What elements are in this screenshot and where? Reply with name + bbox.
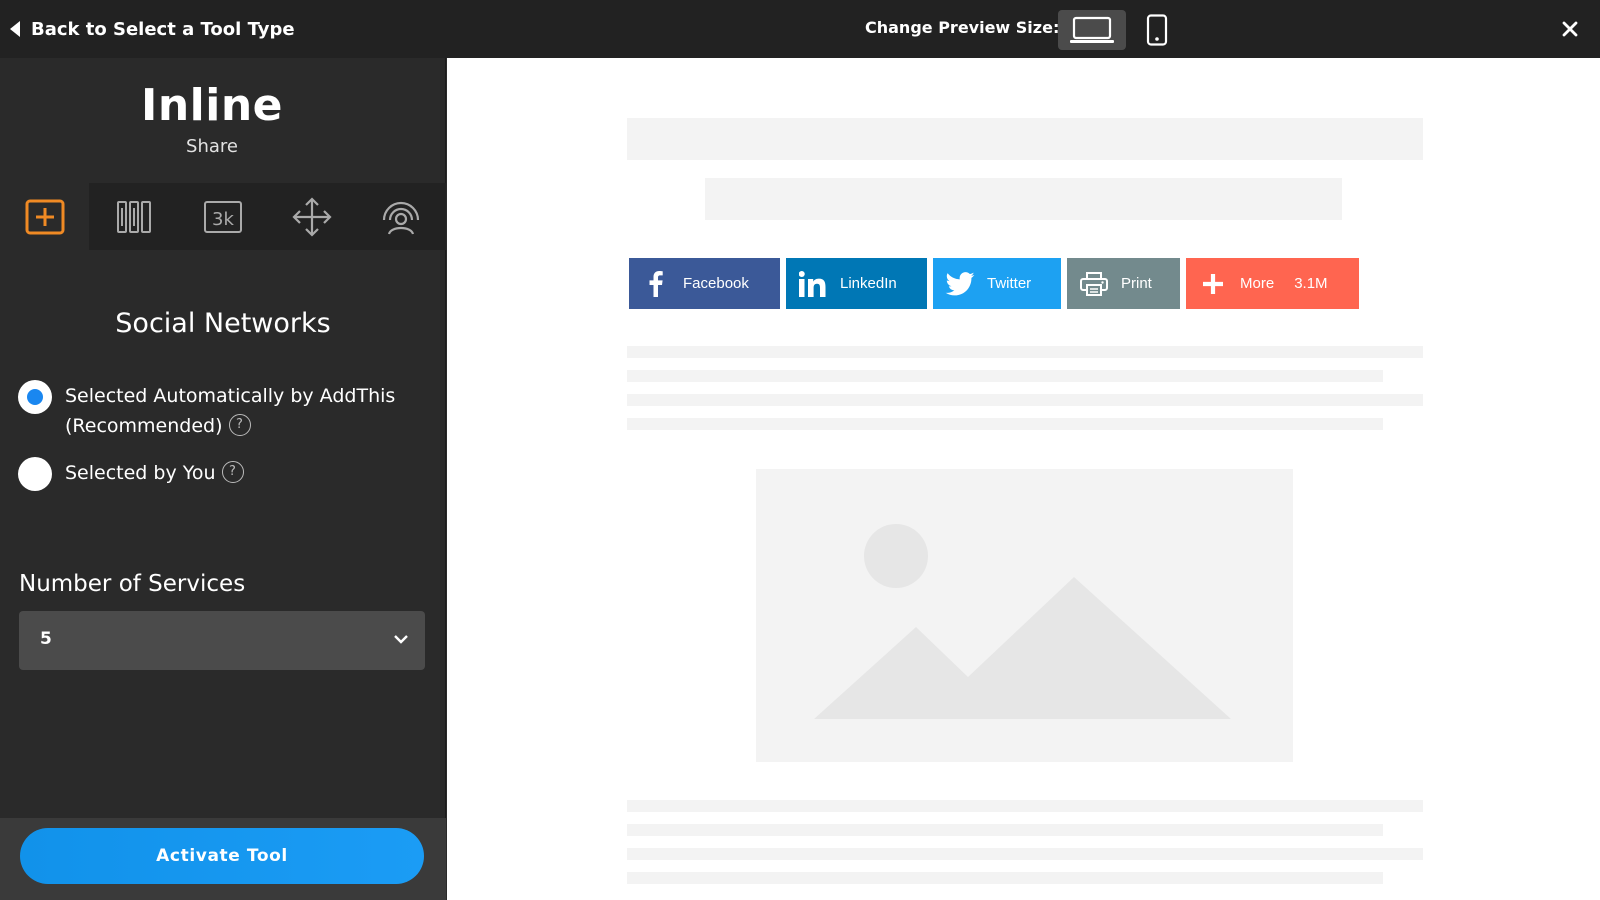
mobile-preview-button[interactable] — [1139, 10, 1175, 50]
radio-manual-input[interactable] — [18, 457, 52, 491]
preview-size-label: Change Preview Size: — [865, 18, 1060, 37]
tab-counts[interactable]: 3k — [178, 183, 267, 250]
back-to-tool-type-link[interactable]: Back to Select a Tool Type — [10, 17, 295, 41]
close-icon — [1562, 21, 1578, 37]
radio-selected-dot — [27, 389, 43, 405]
tab-position[interactable] — [267, 183, 356, 250]
share-count: 3.1M — [1294, 275, 1328, 292]
facebook-icon — [629, 270, 683, 297]
printer-icon — [1067, 271, 1121, 296]
placeholder-text-line — [627, 848, 1423, 860]
more-share-button[interactable]: More 3.1M — [1186, 258, 1359, 309]
placeholder-text-line — [627, 824, 1383, 836]
activate-tool-button[interactable]: Activate Tool — [20, 828, 424, 884]
placeholder-heading — [627, 118, 1423, 160]
placeholder-image — [756, 469, 1293, 762]
help-icon[interactable]: ? — [221, 460, 244, 483]
number-of-services-select[interactable]: 5 — [19, 611, 425, 670]
number-of-services-label: Number of Services — [19, 571, 246, 597]
services-selected-value: 5 — [40, 629, 52, 649]
settings-sidebar: Inline Share 3k Social Networks Selected… — [0, 58, 446, 900]
image-placeholder-icon — [814, 524, 1231, 719]
laptop-icon — [1070, 16, 1114, 43]
tab-services[interactable] — [0, 183, 89, 250]
radio-option-manual[interactable]: Selected by You? — [18, 457, 244, 491]
facebook-share-button[interactable]: Facebook — [629, 258, 780, 309]
placeholder-text-line — [627, 370, 1383, 382]
counter-3k-icon: 3k — [203, 200, 242, 233]
back-link-label: Back to Select a Tool Type — [31, 18, 295, 40]
top-bar: Back to Select a Tool Type Change Previe… — [0, 0, 1600, 58]
back-arrow-icon — [10, 21, 20, 37]
placeholder-text-line — [627, 418, 1383, 430]
placeholder-subheading — [705, 178, 1342, 220]
plus-icon — [1186, 273, 1240, 295]
more-label: More — [1240, 275, 1275, 292]
preview-pane: Facebook LinkedIn Twitter Print More 3.1… — [447, 58, 1600, 900]
radio-automatic-input[interactable] — [18, 380, 52, 414]
linkedin-share-button[interactable]: LinkedIn — [786, 258, 927, 309]
tool-subtitle: Share — [186, 136, 238, 157]
desktop-preview-button[interactable] — [1058, 10, 1126, 50]
tool-title: Inline — [140, 80, 284, 131]
twitter-share-button[interactable]: Twitter — [933, 258, 1061, 309]
print-label: Print — [1121, 275, 1152, 292]
phone-icon — [1146, 14, 1168, 46]
chevron-down-icon — [394, 635, 408, 644]
tab-layout[interactable] — [89, 183, 178, 250]
linkedin-icon — [786, 270, 840, 297]
twitter-label: Twitter — [987, 275, 1032, 292]
radio-option-automatic[interactable]: Selected Automatically by AddThis (Recom… — [18, 380, 395, 441]
radio-manual-label: Selected by You — [65, 462, 216, 484]
print-share-button[interactable]: Print — [1067, 258, 1180, 309]
columns-icon — [116, 200, 151, 233]
help-icon[interactable]: ? — [228, 413, 251, 436]
twitter-bird-icon — [933, 271, 987, 296]
move-arrows-icon — [291, 196, 332, 237]
linkedin-label: LinkedIn — [840, 275, 897, 292]
close-button[interactable] — [1558, 17, 1582, 41]
svg-text:3k: 3k — [212, 209, 234, 230]
radio-manual-text: Selected by You? — [65, 458, 244, 488]
audience-targeting-icon — [382, 201, 419, 235]
tab-targeting[interactable] — [356, 183, 445, 250]
placeholder-text-line — [627, 346, 1423, 358]
placeholder-text-line — [627, 800, 1423, 812]
sidebar-footer: Activate Tool — [0, 818, 446, 900]
radio-automatic-text: Selected Automatically by AddThis (Recom… — [65, 381, 395, 441]
placeholder-text-line — [627, 872, 1383, 884]
section-title: Social Networks — [115, 308, 331, 339]
facebook-label: Facebook — [683, 275, 749, 292]
placeholder-text-line — [627, 394, 1423, 406]
radio-automatic-sublabel: (Recommended) — [65, 415, 223, 437]
radio-automatic-label: Selected Automatically by AddThis — [65, 385, 396, 407]
add-box-icon — [25, 199, 64, 234]
settings-tab-bar: 3k — [0, 183, 446, 250]
